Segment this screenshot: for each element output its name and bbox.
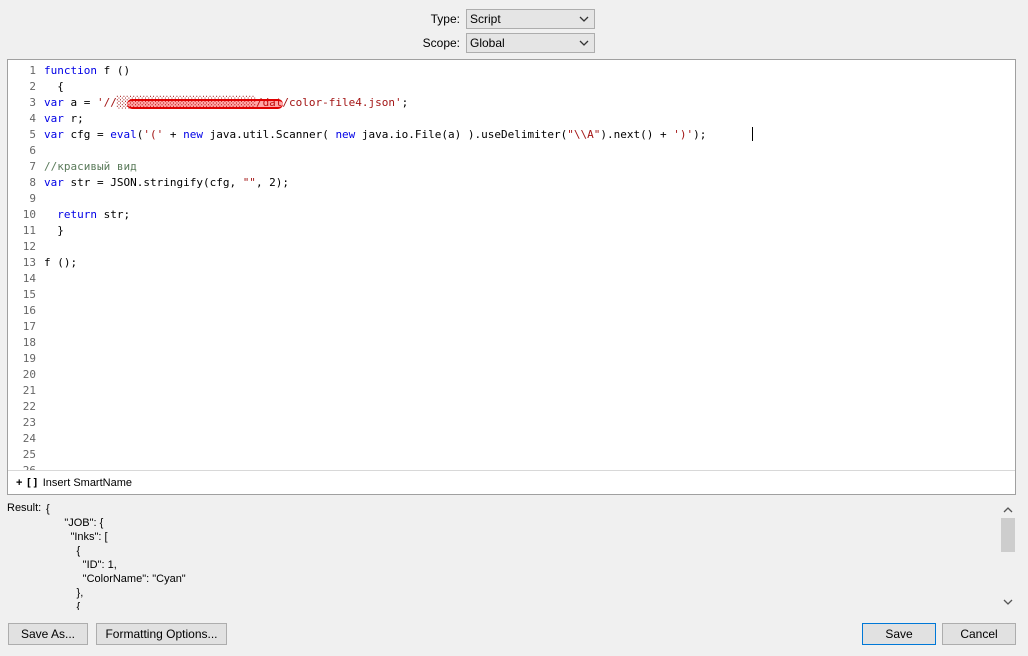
code-line: //красивый вид	[44, 160, 137, 173]
line-number: 8	[29, 176, 36, 189]
result-label: Result:	[7, 502, 42, 514]
chevron-down-icon	[579, 16, 589, 22]
line-number: 23	[22, 416, 36, 429]
result-line: {	[46, 503, 50, 515]
line-number: 12	[22, 240, 36, 253]
line-number: 11	[22, 224, 36, 237]
line-number: 13	[22, 256, 36, 269]
result-line: },	[46, 587, 84, 599]
redaction-scribble	[127, 99, 283, 109]
save-button[interactable]: Save	[862, 623, 936, 645]
code-line: return str;	[57, 208, 131, 221]
result-line: "ColorName": "Cyan"	[46, 573, 186, 585]
text-cursor	[752, 127, 753, 141]
save-as-button[interactable]: Save As...	[8, 623, 88, 645]
result-output: { "JOB": { "Inks": [ { "ID": 1, "ColorNa…	[46, 502, 996, 610]
script-editor[interactable]: 1 2 3 4 5 6 7 8 9 10 11 12 13 14 15 16 17 18 19 20 21 22 23 24 2…	[7, 59, 1016, 495]
code-line: var r;	[44, 112, 84, 125]
formatting-options-button[interactable]: Formatting Options...	[96, 623, 227, 645]
line-number: 16	[22, 304, 36, 317]
plus-icon: +	[16, 477, 23, 489]
type-select-value: Script	[470, 12, 501, 26]
insert-smartname-label: Insert SmartName	[42, 477, 132, 489]
result-line: {	[46, 601, 81, 610]
insert-smartname-button[interactable]: + [] Insert SmartName	[8, 470, 1015, 494]
code-line: var str = JSON.stringify(cfg, "", 2);	[44, 176, 290, 189]
cancel-button[interactable]: Cancel	[942, 623, 1016, 645]
line-number: 1	[29, 64, 36, 77]
line-number: 25	[22, 448, 36, 461]
code-line: }	[44, 224, 64, 237]
code-line: {	[44, 80, 64, 93]
line-number: 4	[29, 112, 36, 125]
chevron-up-icon[interactable]	[1002, 504, 1014, 516]
line-number: 6	[29, 144, 36, 157]
line-number: 21	[22, 384, 36, 397]
line-number: 18	[22, 336, 36, 349]
line-number: 2	[29, 80, 36, 93]
chevron-down-icon	[579, 40, 589, 46]
scope-select[interactable]: Global	[466, 33, 595, 53]
code-line: var cfg = eval('(' + new java.util.Scann…	[44, 128, 707, 141]
line-number: 17	[22, 320, 36, 333]
line-number: 10	[22, 208, 36, 221]
line-number: 9	[29, 192, 36, 205]
type-label: Type:	[430, 12, 460, 26]
line-number: 26	[8, 463, 36, 470]
line-number: 19	[22, 352, 36, 365]
line-number: 14	[22, 272, 36, 285]
chevron-down-icon[interactable]	[1002, 596, 1014, 608]
line-number: 5	[29, 128, 36, 141]
line-number: 22	[22, 400, 36, 413]
result-line: {	[46, 545, 81, 557]
type-select[interactable]: Script	[466, 9, 595, 29]
scope-label: Scope:	[422, 36, 460, 50]
result-scrollbar[interactable]	[1000, 502, 1016, 610]
line-number: 7	[29, 160, 36, 173]
code-line: f ();	[44, 256, 78, 269]
code-line: function f ()	[44, 64, 131, 77]
result-line: "Inks": [	[46, 531, 108, 543]
result-line: "JOB": {	[46, 517, 104, 529]
scope-select-value: Global	[470, 36, 505, 50]
code-area[interactable]: function f () {var a = '//░░░░░░░░░░░░░░…	[44, 60, 1015, 470]
brackets-icon: []	[25, 476, 39, 489]
result-line: "ID": 1,	[46, 559, 117, 571]
line-number: 24	[22, 432, 36, 445]
scrollbar-thumb[interactable]	[1001, 518, 1015, 552]
line-number: 3	[29, 96, 36, 109]
line-number: 15	[22, 288, 36, 301]
line-number-gutter: 1 2 3 4 5 6 7 8 9 10 11 12 13 14 15 16 17 18 19 20 21 22 23 24 2…	[8, 60, 40, 470]
line-number: 20	[22, 368, 36, 381]
